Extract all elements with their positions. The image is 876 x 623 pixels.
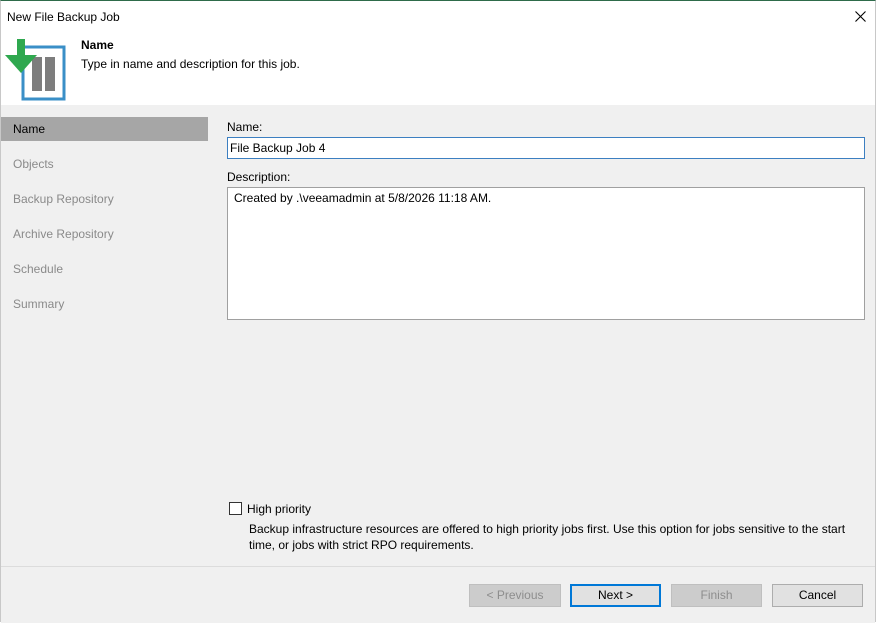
step-backup-repository[interactable]: Backup Repository xyxy=(1,187,208,211)
file-backup-job-icon xyxy=(5,39,66,101)
previous-button[interactable]: < Previous xyxy=(469,584,561,607)
next-button[interactable]: Next > xyxy=(570,584,661,607)
step-archive-repository[interactable]: Archive Repository xyxy=(1,222,208,246)
high-priority-label[interactable]: High priority xyxy=(247,502,311,516)
wizard-header: Name Type in name and description for th… xyxy=(1,31,875,105)
cancel-button[interactable]: Cancel xyxy=(772,584,863,607)
high-priority-checkbox[interactable] xyxy=(229,502,242,515)
window-title: New File Backup Job xyxy=(7,10,120,24)
name-label: Name: xyxy=(227,120,263,134)
close-button[interactable] xyxy=(845,1,875,31)
step-subtitle: Type in name and description for this jo… xyxy=(81,57,300,71)
close-icon xyxy=(854,10,866,22)
step-summary[interactable]: Summary xyxy=(1,292,208,316)
step-title: Name xyxy=(81,38,114,52)
job-name-input[interactable]: File Backup Job 4 xyxy=(227,137,865,159)
wizard-window: New File Backup Job Name Type in name an… xyxy=(0,0,876,623)
description-label: Description: xyxy=(227,170,291,184)
wizard-content: Name: File Backup Job 4 Description: Cre… xyxy=(209,105,875,566)
step-objects[interactable]: Objects xyxy=(1,152,208,176)
wizard-steps-sidebar: Name Objects Backup Repository Archive R… xyxy=(1,105,209,566)
step-schedule[interactable]: Schedule xyxy=(1,257,208,281)
wizard-footer: < Previous Next > Finish Cancel xyxy=(1,566,875,623)
step-name[interactable]: Name xyxy=(1,117,208,141)
description-textarea[interactable]: Created by .\veeamadmin at 5/8/2026 11:1… xyxy=(227,187,865,320)
finish-button[interactable]: Finish xyxy=(671,584,762,607)
title-bar: New File Backup Job xyxy=(1,1,875,31)
high-priority-description: Backup infrastructure resources are offe… xyxy=(249,522,846,552)
